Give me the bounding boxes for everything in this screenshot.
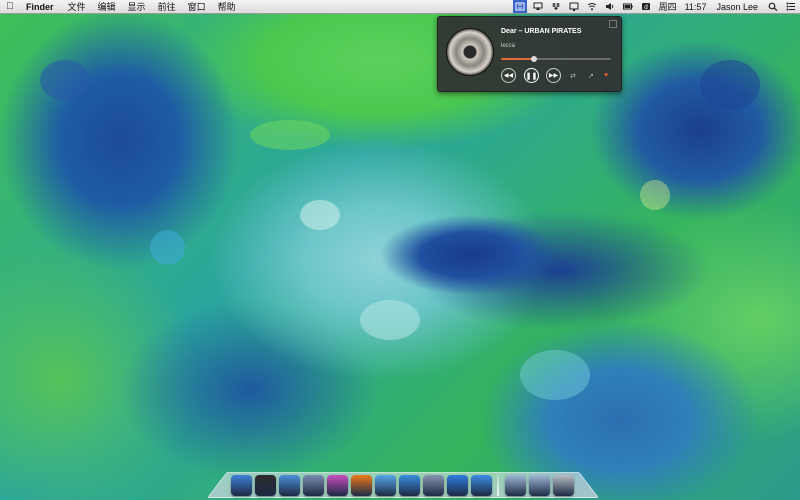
user-name[interactable]: Jason Lee (710, 2, 764, 12)
rewind-icon: ◀◀ (503, 73, 514, 79)
flower-app-icon[interactable] (326, 475, 348, 496)
player-detach-icon[interactable] (609, 20, 617, 28)
trash-icon[interactable] (552, 475, 574, 496)
clock-time[interactable]: 11:57 (681, 2, 711, 12)
wallpaper-spot (250, 120, 330, 150)
next-track-button[interactable]: ▶▶ (546, 68, 561, 83)
clock-day[interactable]: 周四 (655, 0, 681, 13)
spotlight-search-icon[interactable] (766, 0, 780, 13)
itunes-icon[interactable] (470, 475, 492, 496)
track-title: Dear – URBAN PIRATES (501, 28, 582, 35)
wallpaper-spot (640, 180, 670, 210)
wallpaper-spot (360, 300, 420, 340)
desktop-wallpaper (0, 0, 800, 500)
track-progress-fill (501, 58, 534, 60)
menu-view[interactable]: 显示 (122, 0, 152, 13)
wallpaper-spot (150, 230, 185, 265)
notification-center-icon[interactable] (784, 0, 798, 13)
airplay-icon[interactable] (531, 0, 545, 13)
menu-help[interactable]: 帮助 (212, 0, 242, 13)
status-area: d 周四 11:57 Jason Lee (511, 0, 800, 13)
menu-edit[interactable]: 编辑 (92, 0, 122, 13)
svg-text:d: d (644, 4, 648, 11)
wallpaper-spot (40, 60, 90, 100)
dropbox-icon[interactable] (549, 0, 563, 13)
xiami-icon[interactable] (350, 475, 372, 496)
safari-icon[interactable] (278, 475, 300, 496)
album-art (446, 28, 494, 76)
terminal-icon[interactable] (254, 475, 276, 496)
applications-folder-icon[interactable] (504, 475, 526, 496)
preview-icon[interactable] (422, 475, 444, 496)
menu-go[interactable]: 前往 (152, 0, 182, 13)
pause-icon: ❚❚ (525, 72, 538, 80)
track-artist: lecca (501, 43, 516, 49)
track-progress-knob[interactable] (531, 56, 537, 62)
track-progress-bar[interactable] (501, 56, 611, 62)
translate-icon[interactable] (512, 0, 527, 13)
fast-forward-icon: ▶▶ (548, 73, 559, 79)
battery-icon[interactable] (621, 0, 635, 13)
wallpaper-spot (520, 350, 590, 400)
repeat-icon[interactable]: ⇄ (570, 72, 576, 80)
menu-window[interactable]: 窗口 (182, 0, 212, 13)
messages-icon[interactable] (374, 475, 396, 496)
qq-icon[interactable] (398, 475, 420, 496)
downloads-folder-icon[interactable] (528, 475, 550, 496)
menu-app-name[interactable]: Finder (20, 2, 62, 12)
share-icon[interactable]: ↗ (588, 72, 594, 80)
apple-menu-icon[interactable]:  (0, 1, 20, 12)
dock-separator (497, 474, 499, 496)
music-player-popup: Dear – URBAN PIRATES lecca ◀◀ ❚❚ ▶▶ ⇄ ↗ … (437, 16, 622, 92)
dock (207, 468, 597, 496)
wifi-icon[interactable] (585, 0, 599, 13)
finder-icon[interactable] (230, 475, 252, 496)
previous-track-button[interactable]: ◀◀ (501, 68, 516, 83)
app-store-icon[interactable] (446, 475, 468, 496)
wallpaper-spot (300, 200, 340, 230)
wallpaper-spot (700, 60, 760, 110)
menu-file[interactable]: 文件 (62, 0, 92, 13)
duoshuo-icon[interactable]: d (639, 0, 653, 13)
pause-button[interactable]: ❚❚ (524, 68, 539, 83)
display-icon[interactable] (567, 0, 581, 13)
xcode-tools-icon[interactable] (302, 475, 324, 496)
volume-icon[interactable] (603, 0, 617, 13)
favorite-heart-icon[interactable]: ♥ (604, 72, 608, 79)
menu-bar:  Finder 文件 编辑 显示 前往 窗口 帮助 d 周四 11:57 (0, 0, 800, 14)
